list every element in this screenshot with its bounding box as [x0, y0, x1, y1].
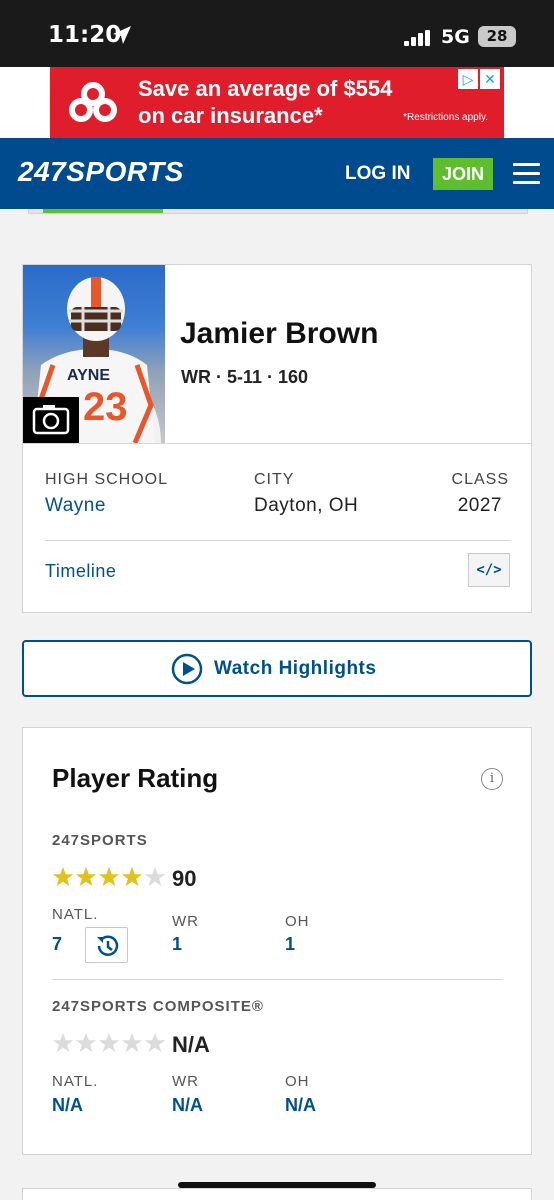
- star-filled-icon: [121, 866, 143, 887]
- watch-highlights-button[interactable]: Watch Highlights: [22, 640, 532, 697]
- sports247-rating-label: 247SPORTS: [52, 832, 148, 849]
- composite-state-value: N/A: [285, 1095, 316, 1115]
- insurance-logo-icon: [69, 82, 117, 122]
- status-time: 11:20: [48, 22, 122, 48]
- location-arrow-icon: [113, 26, 131, 44]
- composite-natl-value: N/A: [52, 1095, 83, 1115]
- divider: [23, 443, 531, 444]
- composite-natl-label: NATL.: [52, 1073, 99, 1090]
- city-value: Dayton, OH: [254, 495, 359, 516]
- play-circle-icon: [171, 653, 203, 685]
- signal-strength-icon: [404, 30, 430, 46]
- natl-rank-value[interactable]: 7: [52, 934, 62, 955]
- timeline-link[interactable]: Timeline: [45, 561, 116, 582]
- sports247-score: 90: [172, 866, 197, 891]
- site-logo[interactable]: 247SPORTS: [18, 156, 184, 188]
- network-label: 5G: [441, 26, 470, 48]
- ad-subheadline: on car insurance*: [138, 103, 323, 128]
- star-filled-icon: [52, 866, 74, 887]
- star-empty-icon: [75, 1032, 97, 1053]
- star-empty-icon: [98, 1032, 120, 1053]
- info-icon[interactable]: i: [481, 768, 503, 790]
- star-empty-icon: [52, 1032, 74, 1053]
- ad-fine-print: *Restrictions apply.: [403, 112, 488, 123]
- watch-highlights-label: Watch Highlights: [214, 658, 377, 679]
- jersey-number: 23: [83, 385, 128, 429]
- composite-rating-label: 247SPORTS COMPOSITE®: [52, 998, 264, 1015]
- next-section-card: [22, 1188, 532, 1200]
- star-filled-icon: [75, 866, 97, 887]
- camera-icon: [32, 405, 70, 435]
- composite-score: N/A: [172, 1032, 210, 1057]
- battery-icon: 28: [478, 26, 516, 47]
- class-label: CLASS: [451, 471, 509, 488]
- natl-rank-label: NATL.: [52, 906, 99, 923]
- composite-position-value: N/A: [172, 1095, 203, 1115]
- state-rank-label: OH: [285, 913, 310, 930]
- ad-strip: Save an average of $554 on car insurance…: [0, 67, 554, 138]
- class-value: 2027: [457, 495, 502, 516]
- rank-history-button[interactable]: [85, 927, 128, 963]
- player-name: Jamier Brown: [180, 317, 379, 350]
- position-rank-value[interactable]: 1: [172, 934, 182, 955]
- home-indicator[interactable]: [178, 1182, 376, 1188]
- ad-banner[interactable]: Save an average of $554 on car insurance…: [50, 67, 504, 138]
- hamburger-menu-icon[interactable]: [513, 163, 540, 184]
- player-photo[interactable]: AYNE 23: [23, 265, 165, 443]
- jersey-text: AYNE: [67, 367, 110, 384]
- star-empty-icon: [144, 1032, 166, 1053]
- city-label: CITY: [254, 471, 295, 488]
- star-empty-icon: [121, 1032, 143, 1053]
- photo-gallery-button[interactable]: [23, 397, 79, 443]
- history-icon: [97, 935, 119, 956]
- player-rating-title: Player Rating: [52, 763, 219, 793]
- status-bar: 11:20 5G 28: [0, 0, 554, 67]
- embed-code-button[interactable]: </>: [468, 553, 510, 587]
- composite-star-rating: [52, 1032, 167, 1054]
- state-rank-value[interactable]: 1: [285, 934, 295, 955]
- composite-position-label: WR: [172, 1073, 199, 1090]
- high-school-label: HIGH SCHOOL: [45, 471, 169, 488]
- login-link[interactable]: LOG IN: [345, 163, 410, 185]
- ad-headline: Save an average of $554: [138, 76, 393, 101]
- high-school-link[interactable]: Wayne: [45, 495, 106, 517]
- ad-close-icon[interactable]: ✕: [480, 69, 500, 89]
- player-rating-card: Player Rating i 247SPORTS 90 NATL. 7 WR …: [22, 727, 532, 1155]
- position-rank-label: WR: [172, 913, 199, 930]
- ad-info-icon[interactable]: ▷: [458, 69, 478, 89]
- progress-fill: [43, 209, 163, 213]
- star-empty-icon: [144, 866, 166, 887]
- composite-state-label: OH: [285, 1073, 310, 1090]
- divider: [52, 979, 503, 980]
- site-header: 247SPORTS LOG IN JOIN: [0, 138, 554, 209]
- tab-progress-strip: [28, 209, 528, 214]
- join-button[interactable]: JOIN: [433, 158, 493, 190]
- ad-controls: ▷ ✕: [456, 69, 500, 89]
- divider: [45, 540, 511, 541]
- player-profile-card: AYNE 23 Jamier Brown WR · 5-11 · 160 HIG…: [22, 264, 532, 613]
- sports247-star-rating: [52, 866, 167, 888]
- player-position-size: WR · 5-11 · 160: [181, 367, 309, 387]
- star-filled-icon: [98, 866, 120, 887]
